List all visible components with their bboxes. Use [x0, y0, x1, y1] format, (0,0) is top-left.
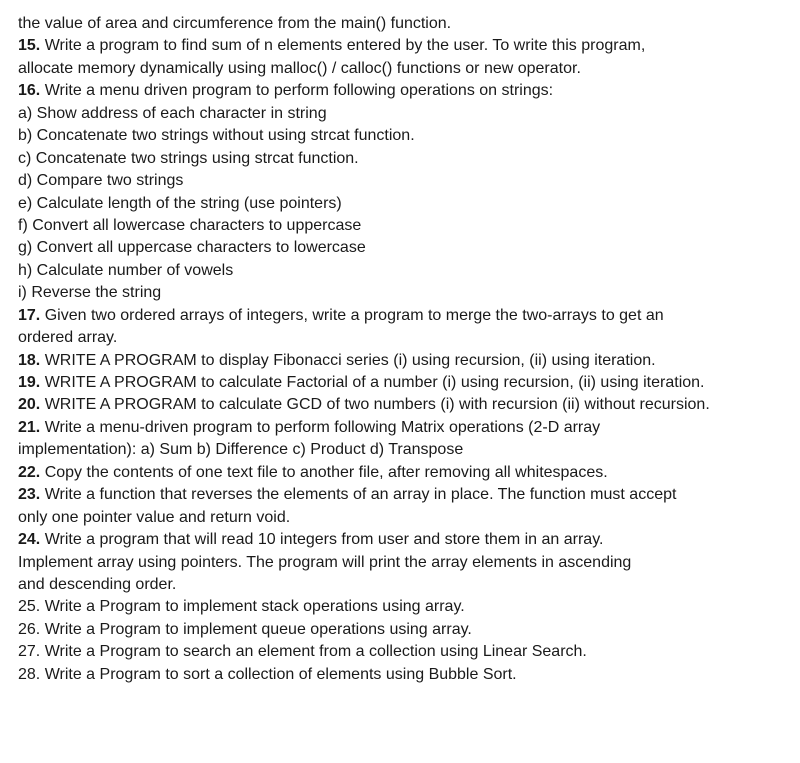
text-line: b) Concatenate two strings without using…	[18, 125, 778, 147]
line-text: 25. Write a Program to implement stack o…	[18, 598, 465, 616]
item-number: 24.	[18, 531, 41, 549]
line-text: and descending order.	[18, 575, 177, 593]
text-line: 16. Write a menu driven program to perfo…	[18, 80, 778, 102]
text-line: only one pointer value and return void.	[18, 507, 778, 529]
line-text: g) Convert all uppercase characters to l…	[18, 239, 366, 257]
line-text: WRITE A PROGRAM to calculate Factorial o…	[40, 374, 705, 391]
text-line: f) Convert all lowercase characters to u…	[18, 215, 778, 237]
text-line: and descending order.	[18, 574, 778, 596]
item-number: 19.	[18, 374, 41, 391]
line-text: 26. Write a Program to implement queue o…	[18, 620, 472, 638]
text-line: c) Concatenate two strings using strcat …	[18, 148, 778, 170]
text-line: 20. WRITE A PROGRAM to calculate GCD of …	[18, 394, 778, 416]
line-text: Copy the contents of one text file to an…	[40, 463, 608, 481]
item-number: 18.	[18, 351, 41, 369]
line-text: a) Show address of each character in str…	[18, 104, 327, 122]
line-text: Given two ordered arrays of integers, wr…	[40, 306, 664, 324]
line-text: ordered array.	[18, 329, 118, 347]
text-line: h) Calculate number of vowels	[18, 260, 778, 282]
item-number: 17.	[18, 306, 41, 324]
text-line: 23. Write a function that reverses the e…	[18, 484, 778, 506]
text-line: implementation): a) Sum b) Difference c)…	[18, 439, 778, 461]
line-text: the value of area and circumference from…	[18, 15, 452, 32]
text-line: 24. Write a program that will read 10 in…	[18, 529, 778, 551]
line-text: Write a program that will read 10 intege…	[40, 531, 604, 549]
line-text: WRITE A PROGRAM to calculate GCD of two …	[40, 396, 710, 414]
text-line: 18. WRITE A PROGRAM to display Fibonacci…	[18, 350, 778, 372]
text-line: ordered array.	[18, 327, 778, 349]
text-line: 27. Write a Program to search an element…	[18, 641, 778, 663]
line-text: Write a function that reverses the eleme…	[40, 486, 677, 504]
text-line: a) Show address of each character in str…	[18, 103, 778, 125]
text-line: 28. Write a Program to sort a collection…	[18, 664, 778, 686]
line-text: WRITE A PROGRAM to display Fibonacci ser…	[40, 351, 656, 369]
item-number: 20.	[18, 396, 41, 414]
text-line: 26. Write a Program to implement queue o…	[18, 619, 778, 641]
item-number: 16.	[18, 82, 41, 100]
document-body: the value of area and circumference from…	[18, 13, 778, 686]
line-text: 28. Write a Program to sort a collection…	[18, 665, 517, 683]
line-text: d) Compare two strings	[18, 172, 184, 190]
line-text: allocate memory dynamically using malloc…	[18, 59, 581, 77]
text-line: g) Convert all uppercase characters to l…	[18, 237, 778, 259]
line-text: only one pointer value and return void.	[18, 508, 291, 526]
text-line: d) Compare two strings	[18, 170, 778, 192]
text-line: i) Reverse the string	[18, 282, 778, 304]
line-text: b) Concatenate two strings without using…	[18, 127, 415, 145]
text-line: 21. Write a menu-driven program to perfo…	[18, 417, 778, 439]
line-text: f) Convert all lowercase characters to u…	[18, 216, 362, 234]
text-line: 25. Write a Program to implement stack o…	[18, 596, 778, 618]
item-number: 15.	[18, 37, 41, 55]
text-line: allocate memory dynamically using malloc…	[18, 58, 778, 80]
text-line: 22. Copy the contents of one text file t…	[18, 462, 778, 484]
text-line: Implement array using pointers. The prog…	[18, 552, 778, 574]
line-text: Write a menu-driven program to perform f…	[40, 418, 601, 436]
item-number: 23.	[18, 486, 41, 504]
text-line: e) Calculate length of the string (use p…	[18, 193, 778, 215]
line-text: Implement array using pointers. The prog…	[18, 553, 632, 571]
item-number: 22.	[18, 463, 41, 481]
item-number: 21.	[18, 418, 41, 436]
line-text: 27. Write a Program to search an element…	[18, 643, 587, 661]
line-text: c) Concatenate two strings using strcat …	[18, 149, 359, 167]
line-text: h) Calculate number of vowels	[18, 261, 234, 279]
line-text: i) Reverse the string	[18, 284, 162, 302]
line-text: implementation): a) Sum b) Difference c)…	[18, 441, 464, 459]
text-line: the value of area and circumference from…	[18, 13, 778, 35]
text-line: 17. Given two ordered arrays of integers…	[18, 305, 778, 327]
line-text: Write a menu driven program to perform f…	[40, 82, 554, 100]
line-text: e) Calculate length of the string (use p…	[18, 194, 342, 212]
line-text: Write a program to find sum of n element…	[40, 37, 646, 55]
text-line: 15. Write a program to find sum of n ele…	[18, 35, 778, 57]
text-line: 19. WRITE A PROGRAM to calculate Factori…	[18, 372, 778, 394]
